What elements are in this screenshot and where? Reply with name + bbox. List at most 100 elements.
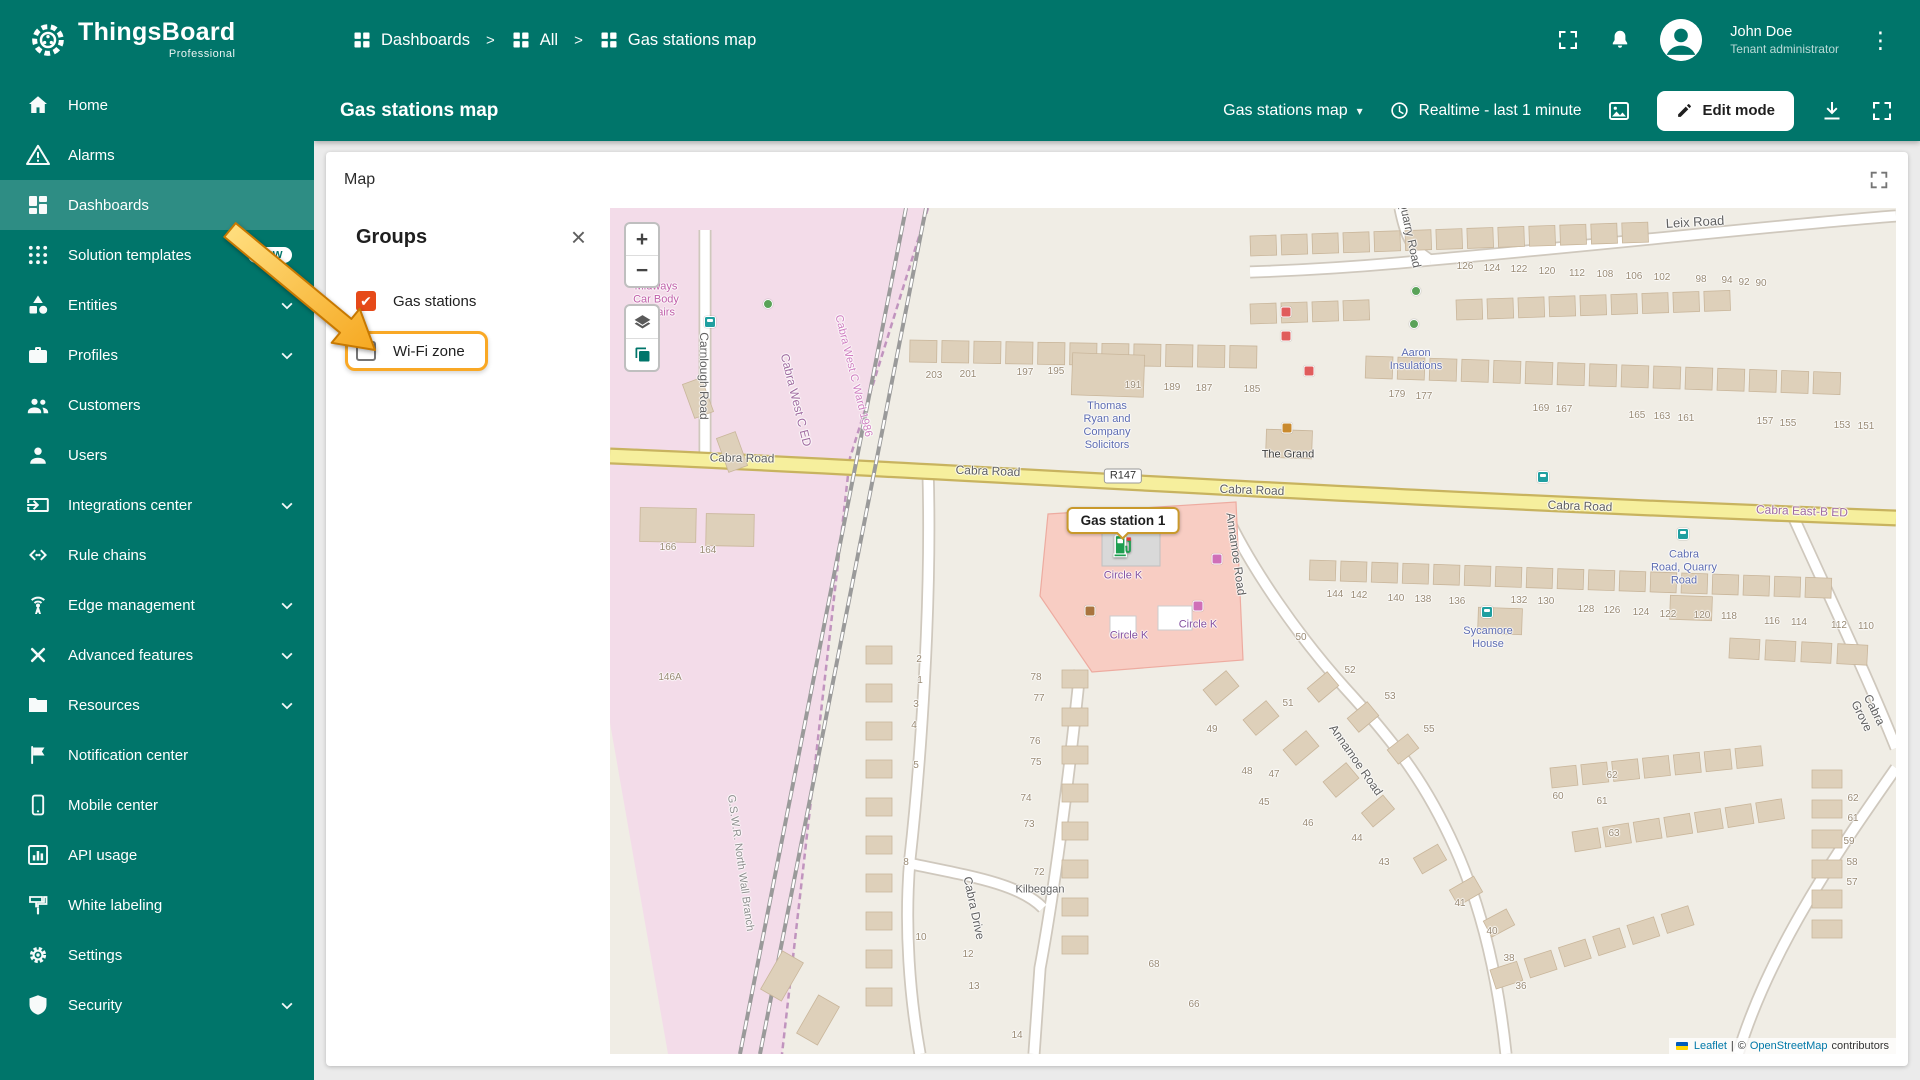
breadcrumb-label: Gas stations map: [627, 30, 757, 49]
zoom-control: + −: [624, 222, 660, 288]
user-avatar[interactable]: [1660, 19, 1703, 61]
new-badge: NEW: [248, 247, 292, 263]
fullscreen-icon[interactable]: [1556, 28, 1580, 52]
thingsboard-app: ThingsBoard Professional Dashboards > All >…: [0, 0, 1920, 1080]
sidebar-item-advanced-features[interactable]: Advanced features: [0, 630, 314, 680]
sidebar-item-label: Mobile center: [68, 796, 159, 814]
breadcrumb: Dashboards > All > Gas stations map: [352, 30, 756, 50]
sidebar-item-label: Advanced features: [68, 646, 194, 664]
home-icon: [26, 93, 50, 117]
sidebar-item-settings[interactable]: Settings: [0, 930, 314, 980]
dashboard-select[interactable]: Gas stations map ▾: [1223, 102, 1363, 120]
sidebar-item-label: Integrations center: [68, 496, 193, 514]
sidebar-item-label: Notification center: [68, 746, 189, 764]
sidebar-item-label: Solution templates: [68, 246, 192, 264]
sidebar-item-home[interactable]: Home: [0, 80, 314, 130]
brand-logo[interactable]: ThingsBoard Professional: [0, 20, 314, 60]
sidebar-item-profiles[interactable]: Profiles: [0, 330, 314, 380]
screenshot-image-icon[interactable]: [1607, 99, 1631, 123]
edit-mode-button[interactable]: Edit mode: [1657, 90, 1794, 131]
download-icon[interactable]: [1820, 99, 1844, 123]
timewindow-button[interactable]: Realtime - last 1 minute: [1389, 100, 1581, 121]
security-icon: [26, 993, 50, 1017]
checkbox-wi-fi-zone[interactable]: [356, 341, 376, 361]
sidebar-item-white-labeling[interactable]: White labeling: [0, 880, 314, 930]
rule-chains-icon: [26, 543, 50, 567]
sidebar-item-label: Edge management: [68, 596, 195, 614]
overlay-shapes-button[interactable]: [626, 338, 658, 370]
top-header: ThingsBoard Professional Dashboards > All >…: [0, 0, 1920, 80]
api-usage-icon: [26, 843, 50, 867]
sidebar-item-rule-chains[interactable]: Rule chains: [0, 530, 314, 580]
widget-title: Map: [344, 171, 376, 188]
more-menu-icon[interactable]: ⋮: [1867, 28, 1894, 52]
zoom-out-button[interactable]: −: [626, 255, 658, 286]
dashboard-toolbar: Gas stations map Gas stations map ▾ Real…: [314, 80, 1920, 141]
groups-title: Groups: [356, 225, 428, 248]
clock-icon: [1389, 100, 1410, 121]
entities-icon: [26, 293, 50, 317]
breadcrumb-item-dashboards[interactable]: Dashboards: [352, 30, 470, 50]
zoom-in-button[interactable]: +: [626, 224, 658, 255]
sidebar-item-customers[interactable]: Customers: [0, 380, 314, 430]
solution-templates-icon: [26, 243, 50, 267]
sidebar-nav: Home Alarms Dashboards Solution templates NE…: [0, 80, 314, 1080]
chevron-down-icon: [276, 494, 298, 516]
chevron-down-icon: [276, 344, 298, 366]
user-role: Tenant administrator: [1730, 41, 1839, 56]
brand-name: ThingsBoard: [78, 18, 236, 46]
widget-fullscreen-icon[interactable]: [1868, 169, 1890, 191]
map-widget-card: Map Groups × ✔ Gas stations Wi-Fi zone L…: [326, 152, 1908, 1066]
sidebar-item-solution-templates[interactable]: Solution templates NEW: [0, 230, 314, 280]
dashboard-grid-icon: [511, 30, 531, 50]
sidebar-item-dashboards[interactable]: Dashboards: [0, 180, 314, 230]
sidebar-item-label: White labeling: [68, 896, 163, 914]
chevron-down-icon: [276, 694, 298, 716]
sidebar-item-mobile-center[interactable]: Mobile center: [0, 780, 314, 830]
checkbox-gas-stations[interactable]: ✔: [356, 291, 376, 311]
customers-icon: [26, 393, 50, 417]
breadcrumb-item-gas-stations-map[interactable]: Gas stations map: [599, 30, 756, 50]
dashboard-grid-icon: [352, 30, 372, 50]
sidebar-item-integrations-center[interactable]: Integrations center: [0, 480, 314, 530]
notifications-bell-icon[interactable]: [1608, 28, 1632, 52]
sidebar-item-alarms[interactable]: Alarms: [0, 130, 314, 180]
close-icon[interactable]: ×: [571, 224, 586, 250]
header-actions: John Doe Tenant administrator ⋮: [1556, 19, 1920, 61]
breadcrumb-item-all[interactable]: All: [511, 30, 558, 50]
sidebar-item-security[interactable]: Security: [0, 980, 314, 1030]
sidebar-item-resources[interactable]: Resources: [0, 680, 314, 730]
sidebar-item-label: Rule chains: [68, 546, 147, 564]
white-labeling-icon: [26, 893, 50, 917]
user-name: John Doe: [1730, 23, 1793, 40]
sidebar-item-label: Settings: [68, 946, 123, 964]
edge-management-icon: [26, 593, 50, 617]
ukraine-flag-icon: [1675, 1042, 1688, 1050]
thingsboard-gear-icon: [28, 20, 68, 60]
sidebar-item-edge-management[interactable]: Edge management: [0, 580, 314, 630]
user-info[interactable]: John Doe Tenant administrator: [1730, 23, 1839, 57]
sidebar-item-notification-center[interactable]: Notification center: [0, 730, 314, 780]
sidebar-item-label: API usage: [68, 846, 138, 864]
expand-fullscreen-icon[interactable]: [1870, 99, 1894, 123]
sidebar-item-label: Users: [68, 446, 108, 464]
leaflet-link[interactable]: Leaflet: [1694, 1040, 1727, 1052]
layers-button[interactable]: [626, 306, 658, 338]
map-attribution: Leaflet | © OpenStreetMap contributors: [1668, 1038, 1896, 1054]
profiles-icon: [26, 343, 50, 367]
groups-panel: Groups × ✔ Gas stations Wi-Fi zone: [326, 208, 610, 1066]
chevron-down-icon: [276, 994, 298, 1016]
map-canvas[interactable]: Leix Road Quarry Road Carnlough Road Cabra …: [610, 208, 1896, 1054]
wifi-zone-highlight: Wi-Fi zone: [345, 331, 488, 371]
sidebar-item-users[interactable]: Users: [0, 430, 314, 480]
chevron-down-icon: [276, 644, 298, 666]
layers-icon: [634, 314, 650, 328]
osm-link[interactable]: OpenStreetMap: [1750, 1040, 1828, 1052]
sidebar-item-label: Resources: [68, 696, 140, 714]
sidebar-item-api-usage[interactable]: API usage: [0, 830, 314, 880]
brand-subtitle: Professional: [168, 48, 236, 60]
chevron-down-icon: [276, 594, 298, 616]
sidebar-item-entities[interactable]: Entities: [0, 280, 314, 330]
mobile-center-icon: [26, 793, 50, 817]
page-title: Gas stations map: [340, 99, 499, 121]
